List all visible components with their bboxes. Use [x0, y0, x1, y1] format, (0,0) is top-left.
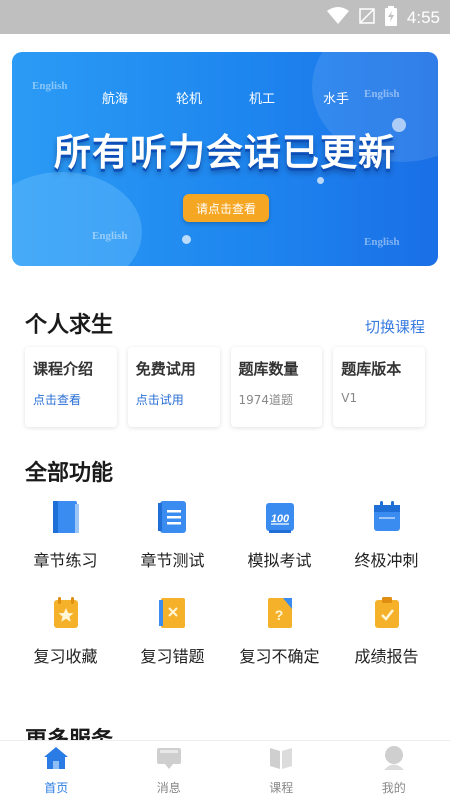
- card-title: 题库版本: [341, 360, 402, 378]
- func-label: 章节练习: [33, 551, 98, 570]
- banner-watermark: English: [32, 80, 68, 92]
- banner-decoration: [317, 177, 324, 184]
- card-title: 免费试用: [135, 360, 196, 378]
- promo-banner[interactable]: English English English English 航海 轮机 机工…: [12, 52, 438, 266]
- functions-title: 全部功能: [25, 461, 114, 486]
- func-review-favorites[interactable]: 复习收藏: [12, 593, 119, 667]
- banner-cta-button[interactable]: 请点击查看: [183, 194, 269, 222]
- function-grid: 章节练习 章节测试 100 模拟考试 终极冲刺 复习收藏 复习错题 ? 复习不确: [12, 497, 442, 667]
- func-score-report[interactable]: 成绩报告: [333, 593, 440, 667]
- tab-courses[interactable]: 课程: [236, 745, 326, 796]
- list-icon: [156, 497, 190, 537]
- banner-decoration: [182, 235, 191, 244]
- course-info-cards: 课程介绍 点击查看 免费试用 点击试用 题库数量 1974道题 题库版本 V1: [25, 347, 425, 427]
- func-mock-exam[interactable]: 100 模拟考试: [226, 497, 333, 571]
- status-icons: 4:55: [326, 6, 440, 30]
- course-card-trial[interactable]: 免费试用 点击试用: [127, 347, 220, 427]
- func-review-mistakes[interactable]: 复习错题: [119, 593, 226, 667]
- wifi-icon: [326, 7, 349, 29]
- status-bar: 4:55: [0, 0, 450, 34]
- func-label: 章节测试: [140, 551, 205, 570]
- banner-decoration: [12, 172, 142, 266]
- func-chapter-test[interactable]: 章节测试: [119, 497, 226, 571]
- banner-watermark: English: [364, 88, 400, 100]
- card-value: 点击试用: [135, 393, 184, 407]
- func-final-sprint[interactable]: 终极冲刺: [333, 497, 440, 571]
- banner-headline: 所有听力会话已更新: [54, 131, 396, 174]
- tab-label: 消息: [156, 781, 181, 795]
- banner-tag: 机工: [249, 91, 276, 106]
- card-title: 课程介绍: [33, 360, 94, 378]
- wrong-note-icon: [156, 593, 190, 633]
- report-icon: [370, 593, 404, 633]
- star-note-icon: [49, 593, 83, 633]
- score-100-icon: 100: [263, 497, 297, 537]
- card-value: 1974道题: [238, 393, 294, 407]
- banner-tag: 水手: [323, 91, 350, 106]
- func-label: 成绩报告: [354, 647, 419, 666]
- book-icon: [49, 497, 83, 537]
- func-label: 复习错题: [140, 647, 205, 666]
- func-label: 复习不确定: [239, 647, 320, 666]
- tab-label: 课程: [269, 781, 294, 795]
- tab-label: 我的: [381, 781, 406, 795]
- signal-icon: [359, 7, 375, 29]
- card-value: 点击查看: [33, 393, 82, 407]
- tab-profile[interactable]: 我的: [349, 745, 439, 796]
- card-value: V1: [341, 391, 358, 405]
- tab-label: 首页: [44, 781, 69, 795]
- func-chapter-practice[interactable]: 章节练习: [12, 497, 119, 571]
- course-card-question-count: 题库数量 1974道题: [230, 347, 323, 427]
- func-review-uncertain[interactable]: ? 复习不确定: [226, 593, 333, 667]
- banner-tag: 轮机: [176, 91, 203, 106]
- func-label: 复习收藏: [33, 647, 98, 666]
- home-icon: [43, 745, 69, 775]
- svg-text:?: ?: [274, 607, 283, 623]
- func-label: 终极冲刺: [354, 551, 419, 570]
- switch-course-link[interactable]: 切换课程: [365, 316, 425, 337]
- question-icon: ?: [263, 593, 297, 633]
- svg-text:100: 100: [270, 513, 289, 525]
- battery-icon: [384, 6, 397, 30]
- func-label: 模拟考试: [247, 551, 312, 570]
- course-icon: [268, 745, 294, 775]
- calendar-icon: [370, 497, 404, 537]
- tab-messages[interactable]: 消息: [124, 745, 214, 796]
- tab-home[interactable]: 首页: [11, 745, 101, 796]
- banner-watermark: English: [92, 230, 128, 242]
- course-title: 个人求生: [25, 313, 114, 338]
- banner-watermark: English: [364, 236, 400, 248]
- course-card-version: 题库版本 V1: [333, 347, 425, 427]
- banner-tag: 航海: [102, 91, 129, 106]
- card-title: 题库数量: [238, 360, 299, 378]
- course-card-intro[interactable]: 课程介绍 点击查看: [25, 347, 117, 427]
- status-time: 4:55: [406, 8, 440, 27]
- bottom-tab-bar: 首页 消息 课程 我的: [0, 740, 450, 800]
- message-icon: [156, 745, 182, 775]
- profile-icon: [381, 745, 407, 775]
